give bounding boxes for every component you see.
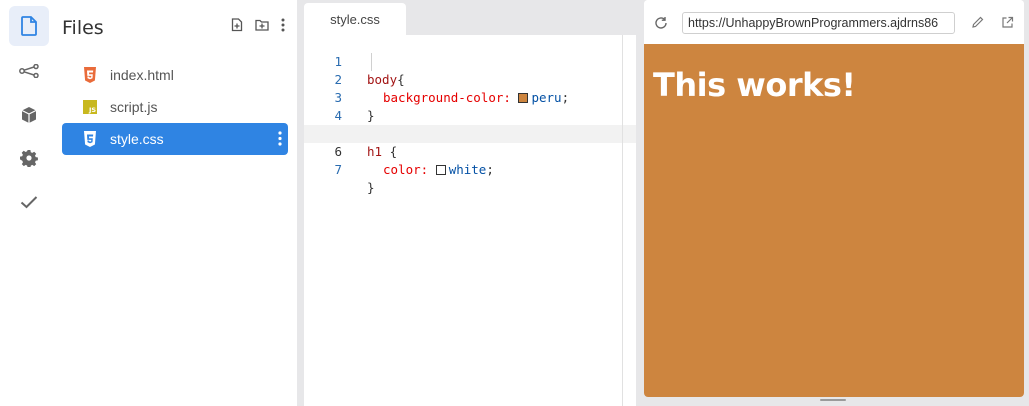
refresh-icon[interactable] — [654, 16, 668, 30]
css-property: color: — [383, 162, 429, 177]
code-area[interactable]: 1 body{ 2 background-color: peru; 3 } 4 … — [304, 35, 636, 406]
share-activity-button[interactable] — [9, 51, 49, 91]
edit-pencil-icon[interactable] — [971, 16, 984, 29]
preview-toolbar: https://UnhappyBrownProgrammers.ajdrns86 — [644, 0, 1024, 44]
code-line: 4 — [304, 89, 636, 123]
new-folder-icon[interactable] — [255, 19, 269, 31]
packages-activity-button[interactable] — [9, 95, 49, 135]
svg-text:JS: JS — [88, 106, 96, 114]
file-label: script.js — [110, 99, 158, 115]
line-number: 7 — [334, 162, 342, 177]
code-line-active: 6 color: white; — [304, 125, 636, 177]
file-icon — [21, 16, 37, 36]
html5-icon — [82, 67, 98, 83]
settings-activity-button[interactable] — [9, 138, 49, 178]
css-value: white — [448, 162, 487, 177]
share-icon — [19, 64, 39, 78]
url-field[interactable]: https://UnhappyBrownProgrammers.ajdrns86 — [682, 12, 955, 34]
editor-scrollbar[interactable] — [622, 35, 623, 406]
code-line: 7 } — [304, 143, 636, 195]
new-file-icon[interactable] — [231, 18, 243, 32]
cube-icon — [21, 107, 37, 123]
file-item-style-css[interactable]: style.css — [62, 123, 288, 155]
more-vertical-icon[interactable] — [281, 18, 285, 32]
files-panel: Files index.html JS script.js style.css — [57, 0, 297, 406]
file-item-index-html[interactable]: index.html — [62, 59, 288, 91]
color-swatch-white[interactable] — [435, 165, 446, 175]
file-label: style.css — [110, 131, 164, 147]
checkmark-icon — [20, 196, 38, 209]
more-vertical-icon[interactable] — [278, 131, 282, 146]
code-line: 2 background-color: peru; — [304, 53, 636, 105]
js-icon: JS — [82, 99, 98, 115]
code-line: 5 h1 { — [304, 107, 636, 159]
open-external-icon[interactable] — [1001, 16, 1014, 29]
code-line: 1 body{ — [304, 35, 636, 87]
file-label: index.html — [110, 67, 174, 83]
code-editor: style.css 1 body{ 2 background-color: pe… — [304, 0, 636, 406]
files-actions — [231, 18, 285, 32]
file-item-script-js[interactable]: JS script.js — [62, 91, 288, 123]
activity-bar — [0, 0, 57, 406]
semicolon: ; — [486, 162, 494, 177]
tab-style-css[interactable]: style.css — [304, 3, 406, 35]
check-activity-button[interactable] — [9, 182, 49, 222]
resize-grip[interactable] — [820, 399, 846, 401]
preview-viewport: This works! — [644, 44, 1024, 397]
code-line: 3 } — [304, 71, 636, 123]
files-title: Files — [62, 17, 104, 39]
preview-heading: This works! — [653, 66, 856, 104]
gear-icon — [20, 150, 38, 167]
css3-icon — [82, 131, 98, 147]
brace: } — [367, 180, 375, 195]
preview-pane: https://UnhappyBrownProgrammers.ajdrns86… — [644, 0, 1024, 397]
files-activity-button[interactable] — [9, 6, 49, 46]
